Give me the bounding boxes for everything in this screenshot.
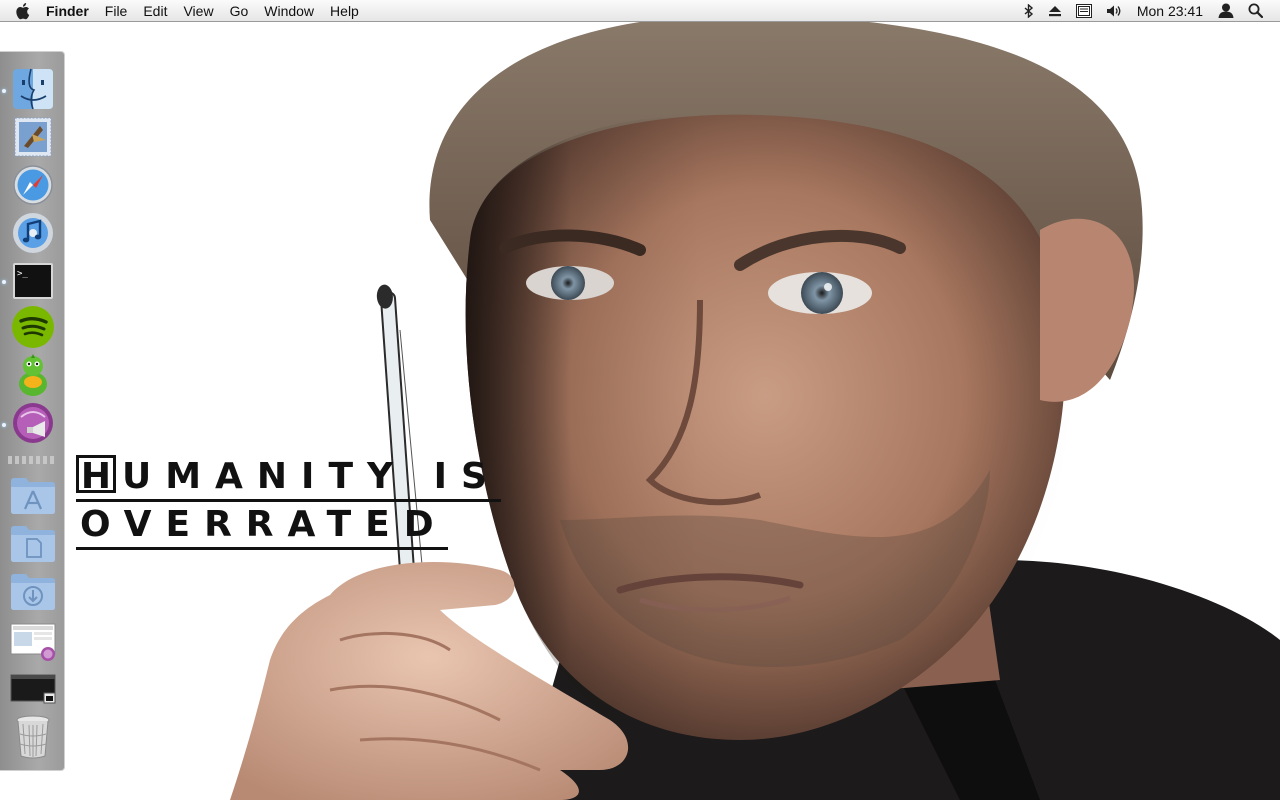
applications-folder-icon[interactable] xyxy=(10,472,56,518)
menu-edit[interactable]: Edit xyxy=(135,0,175,22)
dock-separator xyxy=(8,456,56,464)
spotify-icon[interactable] xyxy=(10,304,56,350)
safari-icon[interactable] xyxy=(10,162,56,208)
finder-icon[interactable] xyxy=(10,66,56,112)
dock: >_ xyxy=(0,51,65,771)
menu-go[interactable]: Go xyxy=(222,0,257,22)
slogan-line-1: H UMANITY IS xyxy=(76,455,501,503)
apple-icon[interactable] xyxy=(10,0,38,22)
desktop-wallpaper xyxy=(0,0,1280,800)
slogan-initial: H xyxy=(76,455,116,496)
terminal-icon[interactable]: >_ xyxy=(10,258,56,304)
volume-icon[interactable] xyxy=(1099,0,1129,22)
trash-icon[interactable] xyxy=(10,714,56,760)
growl-running-indicator xyxy=(2,423,6,427)
wallpaper-portrait xyxy=(230,14,1280,800)
slogan-line-2-text: OVERRATED xyxy=(76,503,448,550)
documents-folder-icon[interactable] xyxy=(10,520,56,566)
menu-help[interactable]: Help xyxy=(322,0,367,22)
finder-running-indicator xyxy=(2,89,6,93)
eject-icon[interactable] xyxy=(1041,0,1069,22)
downloads-folder-icon[interactable] xyxy=(10,568,56,614)
terminal-window-icon[interactable] xyxy=(10,666,56,712)
menu-app-name[interactable]: Finder xyxy=(38,0,97,22)
slogan-line-2: OVERRATED xyxy=(76,503,501,551)
spotlight-search-icon[interactable] xyxy=(1241,0,1270,22)
growl-icon[interactable] xyxy=(10,400,56,446)
menu-bar: Finder File Edit View Go Window Help Mon… xyxy=(0,0,1280,22)
input-menu-icon[interactable] xyxy=(1069,0,1099,22)
itunes-icon[interactable] xyxy=(10,210,56,256)
terminal-running-indicator xyxy=(2,280,6,284)
adium-icon[interactable] xyxy=(10,352,56,398)
screenshot-file-icon[interactable] xyxy=(10,618,56,664)
user-icon[interactable] xyxy=(1211,0,1241,22)
wallpaper-slogan: H UMANITY IS OVERRATED xyxy=(76,455,501,551)
menu-window[interactable]: Window xyxy=(256,0,322,22)
mail-icon[interactable] xyxy=(10,114,56,160)
slogan-line-1-rest: UMANITY IS xyxy=(122,456,501,497)
menu-file[interactable]: File xyxy=(97,0,136,22)
menu-clock[interactable]: Mon 23:41 xyxy=(1129,0,1211,22)
menu-view[interactable]: View xyxy=(175,0,221,22)
bluetooth-icon[interactable] xyxy=(1017,0,1041,22)
svg-text:>_: >_ xyxy=(17,269,28,279)
